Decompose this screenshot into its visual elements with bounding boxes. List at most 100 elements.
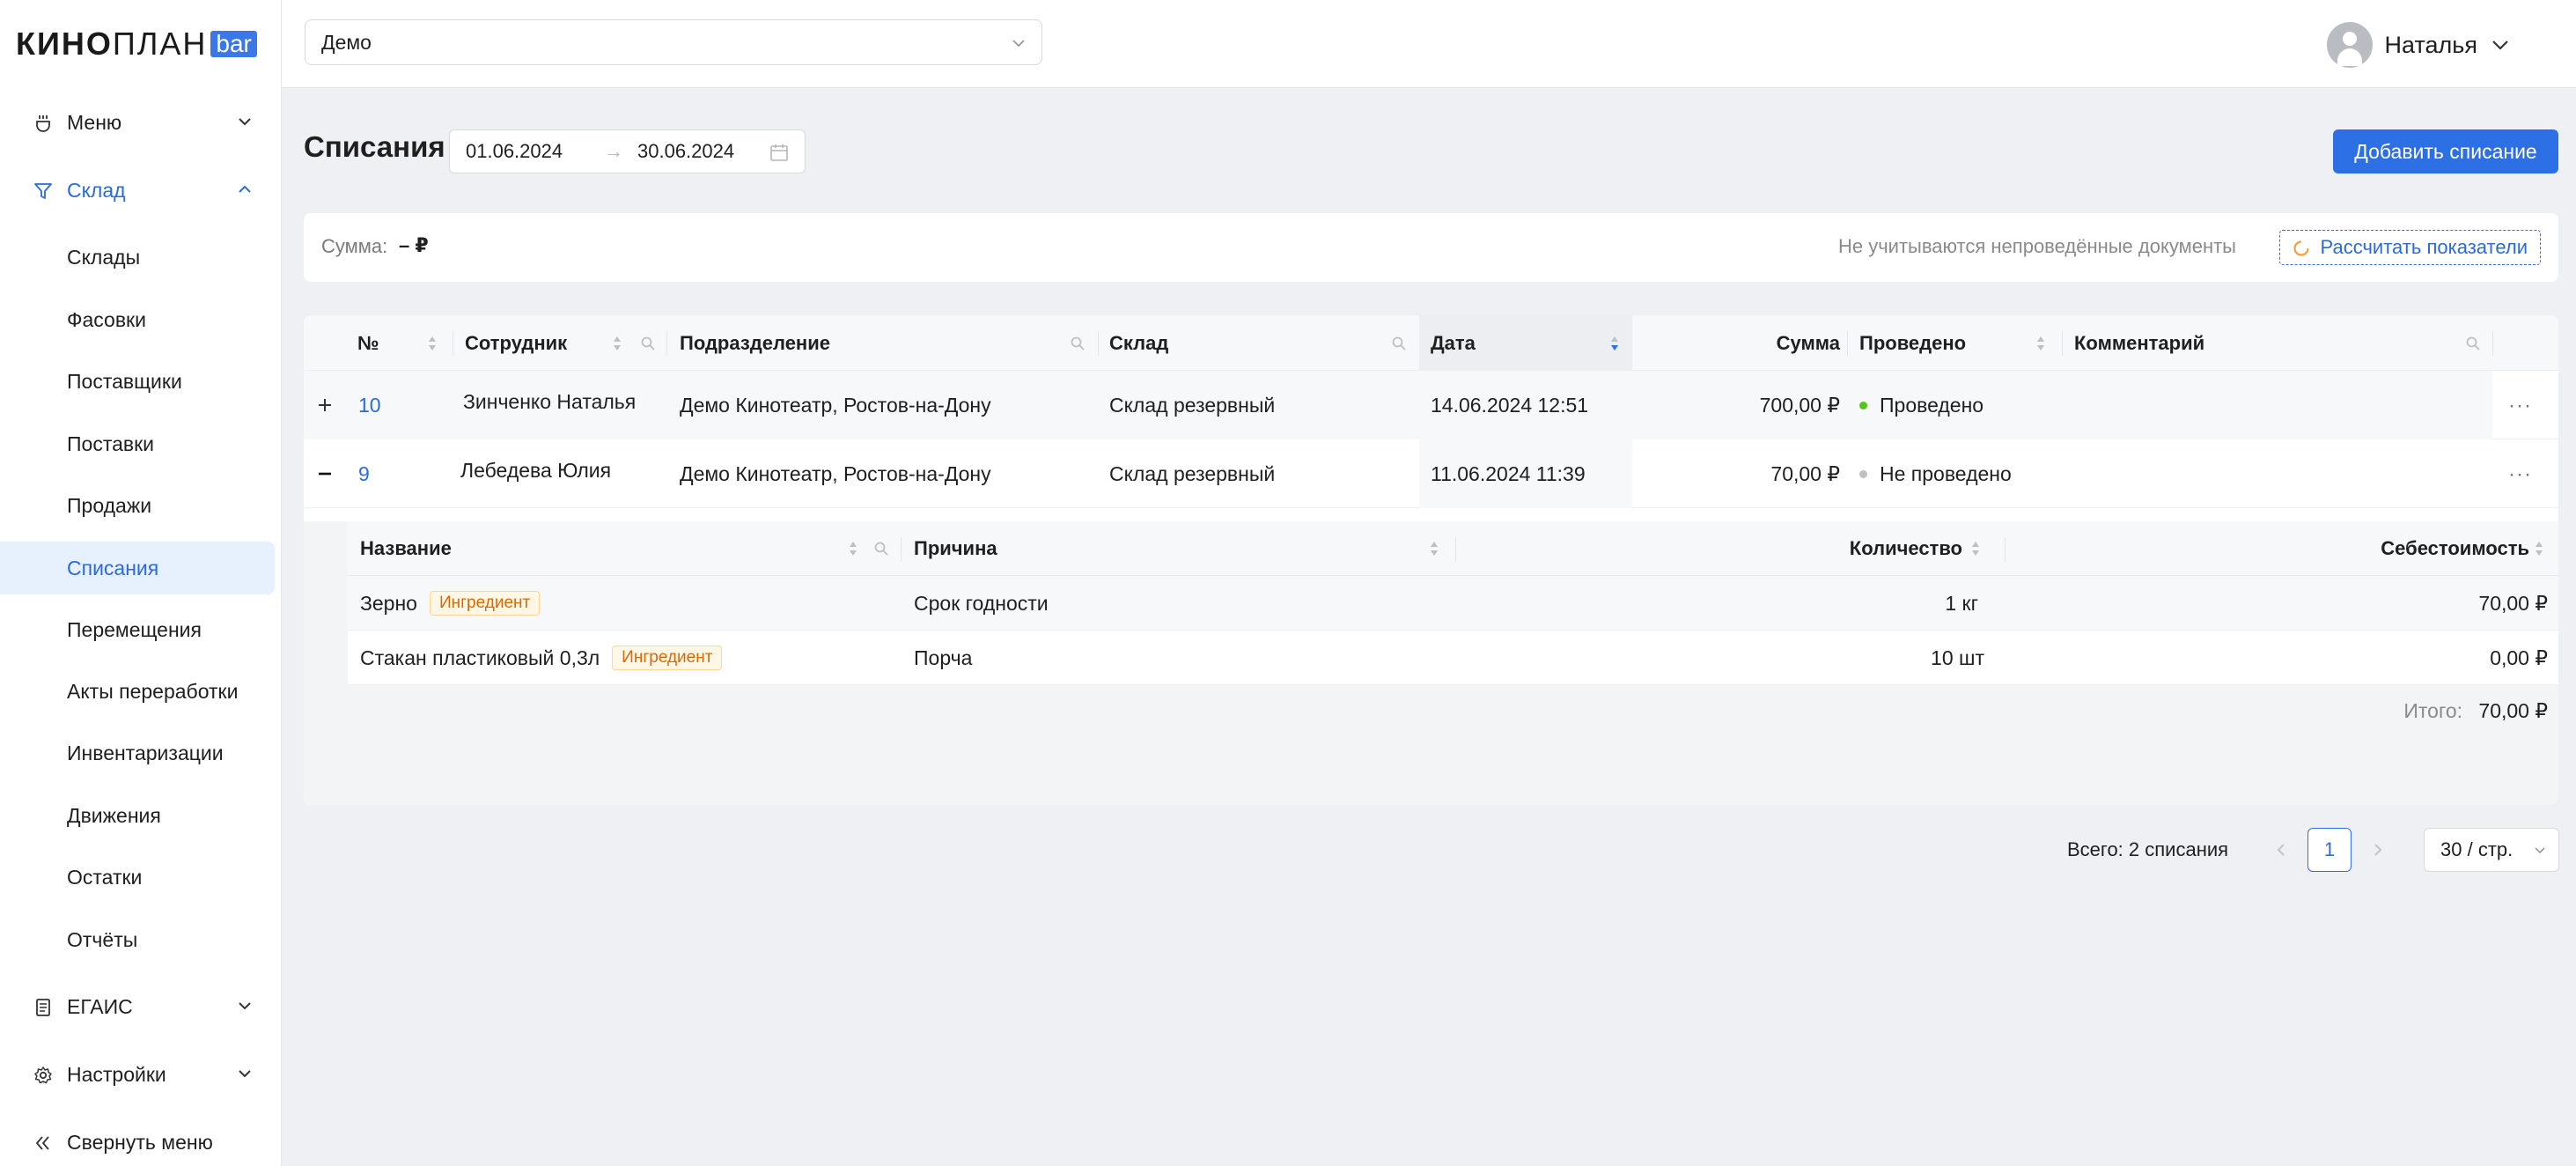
items-total: Итого: 70,00 ₽ <box>2403 699 2548 723</box>
search-icon[interactable] <box>2465 336 2481 351</box>
expand-icon[interactable] <box>316 396 334 414</box>
search-icon[interactable] <box>640 336 656 351</box>
search-icon[interactable] <box>873 541 889 557</box>
column-comment[interactable]: Комментарий <box>2074 315 2204 371</box>
filter-icon <box>33 181 53 201</box>
table-row[interactable]: 10 Зинченко Наталья Демо Кинотеатр, Рост… <box>304 371 2558 439</box>
brand-part1: КИНО <box>16 26 113 62</box>
sidebar-item-transfers[interactable]: Перемещения <box>0 604 275 655</box>
sort-icon[interactable] <box>1429 540 1439 557</box>
recalculate-label: Рассчитать показатели <box>2320 236 2528 258</box>
sidebar-item-write-offs[interactable]: Списания <box>0 542 275 594</box>
sidebar-item-balances[interactable]: Остатки <box>0 852 275 903</box>
item-name: Стакан пластиковый 0,3л <box>360 646 600 669</box>
sidebar-group-settings[interactable]: Настройки <box>0 1049 282 1100</box>
chevron-right-icon[interactable] <box>2367 839 2388 860</box>
status-cell: Проведено <box>1859 371 1984 439</box>
date-range-picker[interactable]: 01.06.2024 → 30.06.2024 <box>449 129 806 173</box>
sort-icon[interactable] <box>427 335 438 352</box>
sidebar-item-processing-acts[interactable]: Акты переработки <box>0 666 275 717</box>
sidebar-item-reports[interactable]: Отчёты <box>0 914 275 965</box>
sum-cell: 700,00 ₽ <box>1759 393 1840 417</box>
page-title: Списания <box>304 130 445 163</box>
division-cell: Демо Кинотеатр, Ростов-на-Дону <box>680 461 991 485</box>
column-number[interactable]: № <box>357 315 379 371</box>
add-write-off-button[interactable]: Добавить списание <box>2333 129 2558 173</box>
sidebar-item-deliveries[interactable]: Поставки <box>0 418 275 469</box>
chevron-down-icon <box>1012 40 1025 48</box>
quantity-cell: 1 кг <box>1945 591 1978 615</box>
avatar <box>2326 22 2373 68</box>
chevron-left-icon[interactable] <box>2271 839 2292 860</box>
sidebar-group-menu[interactable]: Меню <box>0 97 282 148</box>
sort-icon[interactable] <box>612 335 622 352</box>
brand-logo[interactable]: КИНО ПЛАН bar <box>16 26 257 62</box>
column-division[interactable]: Подразделение <box>680 315 830 371</box>
total-label: Итого: <box>2403 699 2463 722</box>
more-actions-button[interactable]: ··· <box>2508 462 2532 487</box>
warehouse-cell: Склад резервный <box>1109 393 1276 417</box>
collapse-icon[interactable] <box>316 465 334 483</box>
write-offs-table: № Сотрудник Подразделение Склад Дата Сум… <box>304 315 2558 805</box>
sort-icon[interactable] <box>2534 540 2544 557</box>
user-menu[interactable]: Наталья <box>2326 21 2509 69</box>
column-quantity[interactable]: Количество <box>1455 521 1962 576</box>
table-header: № Сотрудник Подразделение Склад Дата Сум… <box>304 315 2558 371</box>
column-employee[interactable]: Сотрудник <box>465 315 567 371</box>
sidebar-item-warehouses[interactable]: Склады <box>0 232 275 283</box>
search-icon[interactable] <box>1070 336 1086 351</box>
status-dot <box>1859 401 1867 410</box>
range-arrow-icon: → <box>604 140 623 162</box>
chevron-down-icon <box>239 118 251 126</box>
sort-icon[interactable] <box>2035 335 2046 352</box>
collapse-menu-button[interactable]: Свернуть меню <box>0 1117 282 1166</box>
more-actions-button[interactable]: ··· <box>2508 394 2532 418</box>
employee-cell: Зинченко Наталья <box>463 389 637 413</box>
recalculate-button[interactable]: Рассчитать показатели <box>2278 230 2541 265</box>
sort-icon[interactable] <box>1970 540 1981 557</box>
chevron-down-icon <box>239 1070 251 1078</box>
write-off-number-link[interactable]: 9 <box>358 462 370 486</box>
date-from-input[interactable]: 01.06.2024 <box>466 140 563 163</box>
sidebar-item-sales[interactable]: Продажи <box>0 480 275 531</box>
menu-icon <box>33 114 53 133</box>
employee-cell: Лебедева Юлия <box>460 458 612 482</box>
sidebar-group-stock[interactable]: Склад <box>0 165 282 216</box>
date-to-input[interactable]: 30.06.2024 <box>637 140 734 163</box>
sidebar-group-egais[interactable]: ЕГАИС <box>0 981 282 1032</box>
column-cost[interactable]: Себестоимость <box>2005 521 2529 576</box>
table-row[interactable]: 9 Лебедева Юлия Демо Кинотеатр, Ростов-н… <box>304 439 2558 508</box>
quantity-cell: 10 шт <box>1931 646 1984 669</box>
sidebar-group-label: Склад <box>67 178 126 202</box>
chevron-down-icon <box>2535 847 2545 854</box>
sidebar-item-inventories[interactable]: Инвентаризации <box>0 727 275 779</box>
status-cell: Не проведено <box>1859 439 2012 508</box>
page-size-select[interactable]: 30 / стр. <box>2424 828 2560 872</box>
sidebar: КИНО ПЛАН bar Меню Склад Склады Фасовки … <box>0 0 282 1166</box>
column-reason[interactable]: Причина <box>914 521 997 576</box>
sum-cell: 70,00 ₽ <box>1770 461 1840 485</box>
page-button-current[interactable]: 1 <box>2307 828 2352 872</box>
item-name-cell: Стакан пластиковый 0,3л Ингредиент <box>360 631 723 685</box>
organization-select[interactable]: Демо <box>305 19 1042 65</box>
column-date[interactable]: Дата <box>1419 315 1632 371</box>
sort-icon[interactable] <box>848 540 858 557</box>
items-table-header: Название Причина Количество Себестоимост… <box>348 521 2558 576</box>
write-off-number-link[interactable]: 10 <box>358 394 381 417</box>
sidebar-item-packings[interactable]: Фасовки <box>0 294 275 345</box>
gear-icon <box>33 1066 53 1085</box>
column-posted[interactable]: Проведено <box>1859 315 1966 371</box>
loading-icon <box>2293 240 2309 256</box>
organization-value: Демо <box>321 30 372 54</box>
sum-label: Сумма: <box>321 235 388 257</box>
sort-desc-icon[interactable] <box>1609 335 1620 352</box>
sidebar-group-label: Меню <box>67 110 122 134</box>
search-icon[interactable] <box>1391 336 1407 351</box>
column-item-name[interactable]: Название <box>360 521 452 576</box>
ingredient-tag: Ингредиент <box>429 591 541 616</box>
column-warehouse[interactable]: Склад <box>1109 315 1168 371</box>
sidebar-item-suppliers[interactable]: Поставщики <box>0 356 275 407</box>
sidebar-item-movements[interactable]: Движения <box>0 790 275 841</box>
write-off-items: Название Причина Количество Себестоимост… <box>304 521 2558 805</box>
column-sum[interactable]: Сумма <box>1632 315 1840 371</box>
